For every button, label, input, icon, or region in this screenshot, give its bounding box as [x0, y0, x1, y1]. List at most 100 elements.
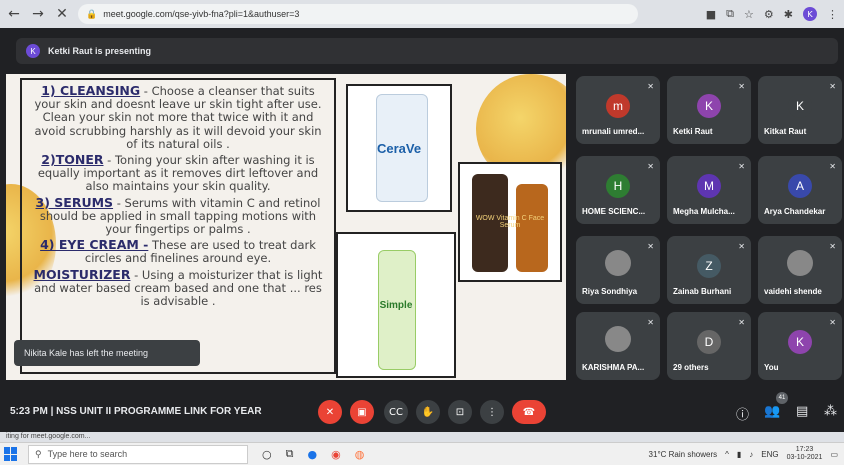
windows-start-icon[interactable]	[4, 447, 18, 461]
participant-avatar: M	[697, 174, 721, 198]
camera-off-icon[interactable]: ▣	[350, 400, 374, 424]
muted-mic-icon: ✕	[738, 82, 745, 91]
muted-mic-icon: ✕	[647, 318, 654, 327]
profile-avatar[interactable]: K	[803, 7, 817, 21]
people-count-badge: 41	[776, 392, 788, 404]
menu-icon[interactable]: ⋮	[827, 8, 838, 21]
star-icon[interactable]: ☆	[744, 8, 754, 21]
captions-icon[interactable]: CC	[384, 400, 408, 424]
participant-tile[interactable]: ✕ H HOME SCIENC...	[576, 156, 660, 224]
participant-name: Zainab Burhani	[673, 287, 732, 296]
participant-tile[interactable]: ✕ K You	[758, 312, 842, 380]
muted-mic-icon: ✕	[647, 82, 654, 91]
participant-tile[interactable]: ✕ Riya Sondhiya	[576, 236, 660, 304]
participant-avatar: A	[788, 174, 812, 198]
tray-arrow-icon[interactable]: ^	[725, 450, 729, 459]
weather-text[interactable]: 31°C Rain showers	[649, 450, 718, 459]
muted-mic-icon: ✕	[829, 242, 836, 251]
notification-toast: Nikita Kale has left the meeting	[14, 340, 200, 366]
participant-avatar: H	[606, 174, 630, 198]
participant-avatar	[605, 326, 631, 352]
firefox-icon[interactable]: ◍	[355, 448, 365, 461]
muted-mic-icon: ✕	[829, 318, 836, 327]
end-call-button[interactable]: ☎	[512, 400, 546, 424]
extension-icon[interactable]: ⚙	[764, 8, 774, 21]
muted-mic-icon: ✕	[647, 162, 654, 171]
more-options-icon[interactable]: ⋮	[480, 400, 504, 424]
muted-mic-icon: ✕	[647, 242, 654, 251]
meet-area: K Ketki Raut is presenting 1) CLEANSING …	[0, 28, 844, 432]
raise-hand-icon[interactable]: ✋	[416, 400, 440, 424]
participant-tile[interactable]: ✕ Z Zainab Burhani	[667, 236, 751, 304]
camera-icon[interactable]: ■	[706, 8, 716, 21]
product-label-cerave: CeraVe	[376, 140, 422, 156]
mic-off-icon[interactable]: ✕	[318, 400, 342, 424]
product-label-wow: WOW Vitamin C Face Serum	[475, 215, 545, 229]
people-icon[interactable]: 👥	[764, 404, 780, 419]
product-image-cerave: CeraVe	[346, 84, 452, 212]
info-icon[interactable]: ⓘ	[736, 404, 749, 423]
participant-avatar	[787, 250, 813, 276]
participant-name: KARISHMA PA...	[582, 363, 645, 372]
meeting-info: 5:23 PM | NSS UNIT II PROGRAMME LINK FOR…	[10, 406, 262, 417]
participant-name: mrunali umred...	[582, 127, 645, 136]
url-text: meet.google.com/qse-yivb-fna?pli=1&authu…	[103, 9, 300, 19]
cortana-icon[interactable]: ○	[262, 448, 272, 461]
meeting-time: 5:23 PM	[10, 406, 48, 417]
participant-tile[interactable]: ✕ K Kitkat Raut	[758, 76, 842, 144]
participant-name: 29 others	[673, 363, 709, 372]
notification-icon[interactable]: ▭	[830, 450, 838, 459]
participant-name: Arya Chandekar	[764, 207, 826, 216]
task-view-icon[interactable]: ⧉	[286, 447, 294, 461]
address-bar[interactable]: 🔒 meet.google.com/qse-yivb-fna?pli=1&aut…	[78, 4, 638, 24]
product-image-wow-serum: WOW Vitamin C Face Serum	[458, 162, 562, 282]
heading-eye-cream: 4) EYE CREAM -	[40, 237, 149, 253]
present-icon[interactable]: ⊡	[448, 400, 472, 424]
participant-avatar: D	[697, 330, 721, 354]
heading-serums: 3) SERUMS	[35, 194, 114, 210]
slide-text-box: 1) CLEANSING - Choose a cleanser that su…	[20, 78, 336, 374]
activities-icon[interactable]: ⁂	[824, 404, 837, 419]
clock-date: 03-10-2021	[786, 454, 823, 461]
participant-name: vaidehi shende	[764, 287, 822, 296]
forward-icon[interactable]: →	[30, 6, 46, 22]
participant-tile[interactable]: ✕ KARISHMA PA...	[576, 312, 660, 380]
stop-icon[interactable]: ✕	[54, 6, 70, 22]
heading-cleansing: 1) CLEANSING	[41, 83, 141, 98]
participant-avatar: m	[606, 94, 630, 118]
participant-tile[interactable]: ✕ m mrunali umred...	[576, 76, 660, 144]
presenting-text: Ketki Raut is presenting	[48, 46, 152, 56]
participant-avatar: K	[697, 94, 721, 118]
network-icon[interactable]: ▮	[737, 450, 741, 459]
presentation-slide: 1) CLEANSING - Choose a cleanser that su…	[6, 74, 566, 380]
muted-mic-icon: ✕	[829, 82, 836, 91]
meeting-title: NSS UNIT II PROGRAMME LINK FOR YEAR	[56, 406, 262, 417]
participant-tile[interactable]: ✕ A Arya Chandekar	[758, 156, 842, 224]
volume-icon[interactable]: ♪	[749, 450, 753, 459]
taskbar-clock[interactable]: 17:23 03-10-2021	[787, 446, 823, 462]
lock-icon[interactable]: 🔒	[86, 9, 97, 20]
participant-avatar	[605, 250, 631, 276]
presenting-banner: K Ketki Raut is presenting	[16, 38, 838, 64]
participant-tile[interactable]: ✕ K Ketki Raut	[667, 76, 751, 144]
lang-indicator[interactable]: ENG	[761, 450, 778, 459]
participant-tile[interactable]: ✕ vaidehi shende	[758, 236, 842, 304]
taskbar-search[interactable]: ⚲ Type here to search	[28, 444, 248, 464]
chat-icon[interactable]: ▤	[796, 404, 808, 419]
back-icon[interactable]: ←	[6, 6, 22, 22]
participant-avatar: Z	[697, 254, 721, 278]
chrome-icon[interactable]: ◉	[331, 448, 341, 461]
screen: ← → ✕ 🔒 meet.google.com/qse-yivb-fna?pli…	[0, 0, 844, 465]
participant-tile[interactable]: ✕ M Megha Mulcha...	[667, 156, 751, 224]
meeting-separator: |	[50, 406, 54, 417]
browser-toolbar: ← → ✕ 🔒 meet.google.com/qse-yivb-fna?pli…	[0, 0, 844, 28]
participant-tile[interactable]: ✕ D 29 others	[667, 312, 751, 380]
share-icon[interactable]: ⧉	[726, 7, 734, 21]
muted-mic-icon: ✕	[738, 318, 745, 327]
presenter-avatar: K	[26, 44, 40, 58]
system-tray: 31°C Rain showers ^ ▮ ♪ ENG 17:23 03-10-…	[649, 446, 838, 462]
participant-name: Megha Mulcha...	[673, 207, 735, 216]
puzzle-icon[interactable]: ✱	[784, 8, 793, 21]
meeting-controls-bar: 5:23 PM | NSS UNIT II PROGRAMME LINK FOR…	[0, 392, 844, 432]
edge-icon[interactable]: ●	[307, 448, 317, 461]
